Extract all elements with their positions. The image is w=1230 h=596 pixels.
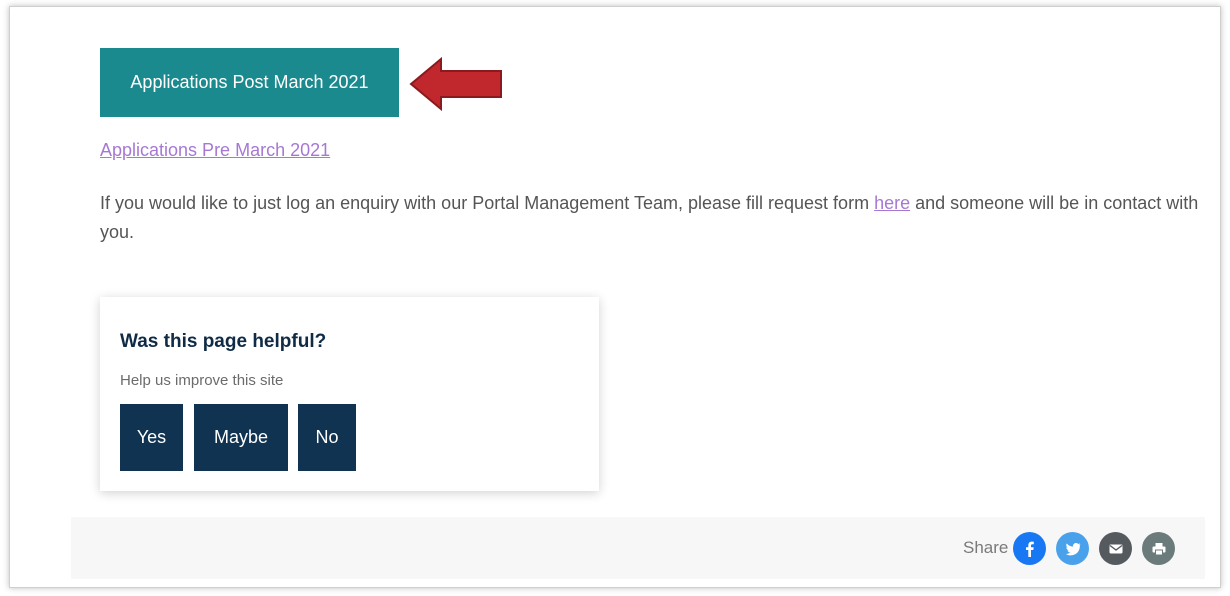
share-bar: Share (71, 517, 1205, 579)
feedback-no-label: No (315, 427, 339, 447)
share-label: Share (963, 538, 1009, 557)
feedback-yes-button[interactable]: Yes (120, 404, 183, 471)
applications-post-march-button[interactable]: Applications Post March 2021 (100, 48, 399, 117)
twitter-icon[interactable] (1056, 532, 1089, 565)
facebook-icon[interactable] (1013, 532, 1046, 565)
feedback-maybe-button[interactable]: Maybe (194, 404, 288, 471)
email-icon[interactable] (1099, 532, 1132, 565)
annotation-arrow-icon (409, 57, 502, 111)
enquiry-paragraph: If you would like to just log an enquiry… (100, 189, 1200, 247)
request-form-here-link[interactable]: here (874, 193, 910, 213)
feedback-yes-label: Yes (136, 427, 167, 447)
feedback-subtitle: Help us improve this site (120, 372, 284, 389)
feedback-card: Was this page helpful? Help us improve t… (100, 297, 599, 491)
enquiry-text-before: If you would like to just log an enquiry… (100, 193, 875, 213)
feedback-title: Was this page helpful? (120, 331, 327, 352)
page-frame: Applications Post March 2021 Application… (9, 6, 1221, 588)
feedback-maybe-label: Maybe (213, 427, 269, 447)
applications-post-march-label: Applications Post March 2021 (130, 72, 369, 92)
feedback-no-button[interactable]: No (298, 404, 356, 471)
print-icon[interactable] (1142, 532, 1175, 565)
applications-pre-march-link[interactable]: Applications Pre March 2021 (100, 140, 330, 161)
